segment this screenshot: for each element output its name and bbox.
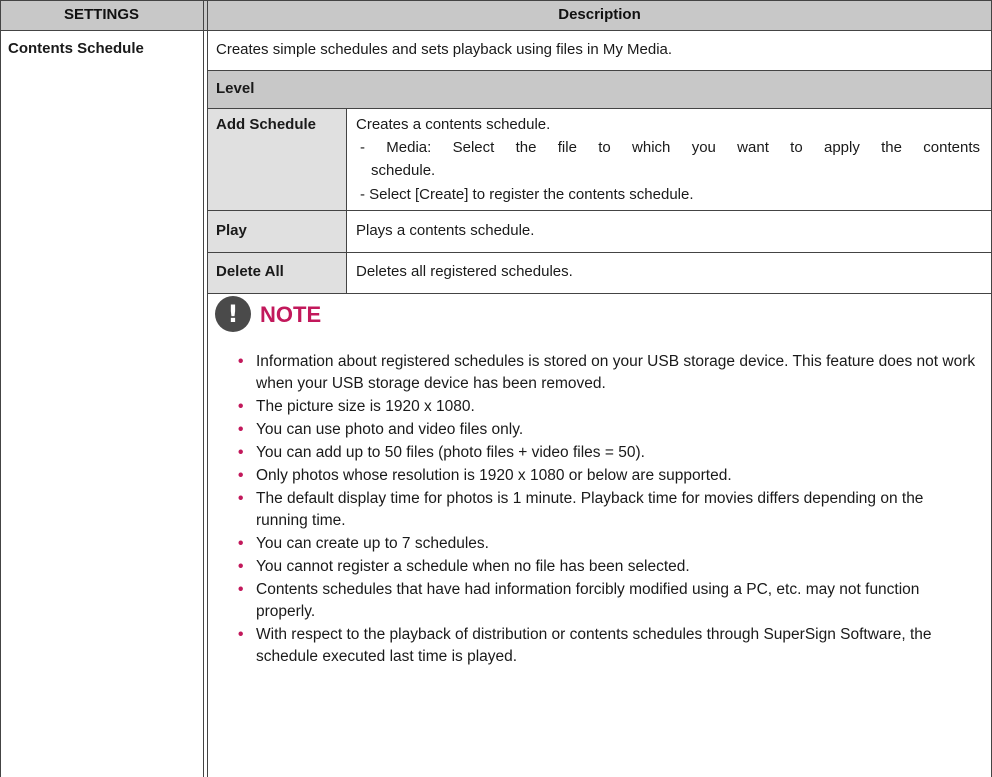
note-item: You can add up to 50 files (photo files … — [238, 442, 978, 464]
note-item: Information about registered schedules i… — [238, 351, 978, 395]
header-description: Description — [558, 6, 641, 23]
note-title: NOTE — [260, 302, 322, 327]
note-item: With respect to the playback of distribu… — [238, 624, 978, 668]
note-item: You cannot register a schedule when no f… — [238, 556, 978, 578]
note-item: Only photos whose resolution is 1920 x 1… — [238, 465, 978, 487]
add-schedule-line-2: - Media: Select the file to which you wa… — [360, 139, 980, 156]
add-schedule-line-1: Creates a contents schedule. — [356, 116, 551, 133]
note-item: The picture size is 1920 x 1080. — [238, 396, 978, 418]
subrow-name-add-schedule: Add Schedule — [216, 116, 317, 133]
add-schedule-line-3: schedule. — [371, 162, 436, 179]
header-settings: SETTINGS — [63, 6, 139, 23]
note-item: Contents schedules that have had informa… — [238, 579, 978, 623]
setting-name: Contents Schedule — [8, 40, 144, 57]
add-schedule-line-4: - Select [Create] to register the conten… — [360, 186, 694, 203]
note-item: You can use photo and video files only. — [238, 419, 978, 441]
delete-all-description: Deletes all registered schedules. — [356, 263, 573, 280]
subrow-name-delete-all: Delete All — [216, 263, 284, 280]
level-row — [207, 70, 992, 108]
note-item: The default display time for photos is 1… — [238, 488, 978, 532]
level-label: Level — [216, 80, 255, 97]
note-list: Information about registered schedules i… — [238, 351, 978, 669]
exclamation-icon: ! — [215, 296, 251, 332]
note-item: You can create up to 7 schedules. — [238, 533, 978, 555]
play-description: Plays a contents schedule. — [356, 222, 535, 239]
setting-summary: Creates simple schedules and sets playba… — [216, 41, 673, 58]
subrow-name-play: Play — [216, 222, 247, 239]
settings-table: SETTINGS Description Contents Schedule C… — [0, 0, 992, 777]
